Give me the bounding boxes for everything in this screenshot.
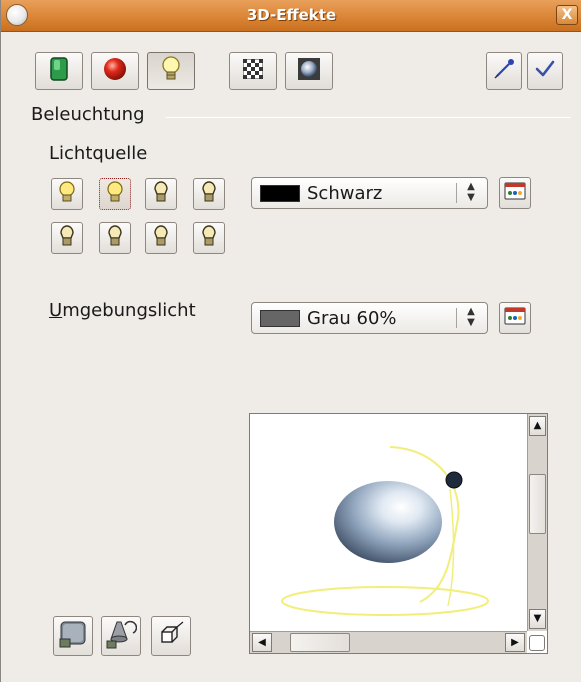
preview-canvas (281, 446, 489, 616)
perspective-button[interactable] (151, 616, 191, 656)
perspective-icon (157, 620, 185, 652)
light-source-5-button[interactable] (51, 222, 83, 254)
convert-3d-icon (58, 619, 88, 653)
light-bulb-icon (161, 55, 181, 87)
light-source-color-value: Schwarz (307, 183, 383, 204)
light-orbit-ring (281, 586, 489, 616)
light-source-6-button[interactable] (99, 222, 131, 254)
light-source-color-select[interactable]: Schwarz ▲ ▼ (251, 177, 488, 209)
green-cube-icon (48, 56, 70, 86)
lathe-object-icon (105, 619, 138, 653)
window-title: 3D-Effekte (246, 6, 337, 24)
light-off-icon (199, 224, 219, 252)
light-source-8-button[interactable] (193, 222, 225, 254)
red-sphere-icon (102, 56, 128, 86)
light-source-2-button[interactable] (99, 178, 131, 210)
light-off-icon (151, 224, 171, 252)
spin-arrows-icon: ▲ ▼ (467, 181, 475, 203)
scroll-corner (529, 635, 545, 651)
light-source-color-dialog-button[interactable] (499, 177, 531, 209)
close-button[interactable]: X (556, 5, 578, 25)
light-source-7-button[interactable] (145, 222, 177, 254)
checkerboard-icon (242, 58, 264, 83)
vertical-scrollbar[interactable]: ▲ ▼ (527, 414, 547, 631)
assign-button[interactable] (486, 52, 522, 90)
ambient-light-color-value: Grau 60% (307, 308, 397, 329)
section-label-illumination: Beleuchtung (31, 104, 145, 125)
combo-separator (456, 183, 457, 203)
update-button[interactable] (527, 52, 563, 90)
light-off-icon (105, 224, 125, 252)
scroll-right-button[interactable]: ▶ (505, 633, 525, 652)
material-sphere-icon (298, 58, 320, 84)
ambient-light-label: Umgebungslicht (49, 300, 196, 321)
light-source-handle (445, 471, 463, 489)
light-off-icon (57, 224, 77, 252)
textures-button[interactable] (229, 52, 277, 90)
title-bar[interactable]: 3D-Effekte X (1, 0, 581, 32)
ambient-light-color-dialog-button[interactable] (499, 302, 531, 334)
shading-button[interactable] (91, 52, 139, 90)
convert-to-lathe-button[interactable] (101, 616, 141, 656)
light-source-1-button[interactable] (51, 178, 83, 210)
color-dialog-icon (504, 307, 526, 329)
light-source-4-button[interactable] (193, 178, 225, 210)
preview-sphere (334, 481, 442, 563)
dialog-window: 3D-Effekte X Beleuchtung Lichtquelle Sch… (0, 0, 581, 682)
light-on-icon (57, 180, 77, 208)
color-dialog-icon (504, 182, 526, 204)
light-off-icon (151, 180, 171, 208)
ambient-light-label-rest: mgebungslicht (62, 300, 196, 321)
scroll-up-button[interactable]: ▲ (529, 416, 546, 436)
convert-to-3d-button[interactable] (53, 616, 93, 656)
pipette-icon (492, 57, 516, 85)
horizontal-scrollbar[interactable]: ◀ ▶ (250, 631, 527, 653)
illumination-button[interactable] (147, 52, 195, 90)
combo-separator (456, 308, 457, 328)
light-on-icon (105, 180, 125, 208)
light-preview[interactable]: ▲ ▼ ◀ ▶ (249, 413, 548, 654)
ambient-light-mnemonic: U (49, 300, 63, 321)
scroll-down-button[interactable]: ▼ (529, 609, 546, 629)
color-swatch (260, 310, 300, 327)
horizontal-scroll-thumb[interactable] (290, 633, 350, 652)
scroll-left-button[interactable]: ◀ (252, 633, 272, 652)
geometry-button[interactable] (35, 52, 83, 90)
ambient-light-color-select[interactable]: Grau 60% ▲ ▼ (251, 302, 488, 334)
checkmark-icon (534, 59, 556, 83)
light-source-label: Lichtquelle (49, 143, 148, 164)
light-source-3-button[interactable] (145, 178, 177, 210)
spin-arrows-icon: ▲ ▼ (467, 306, 475, 328)
color-swatch (260, 185, 300, 202)
section-divider (166, 117, 571, 118)
material-button[interactable] (285, 52, 333, 90)
vertical-scroll-thumb[interactable] (529, 474, 546, 534)
light-off-icon (199, 180, 219, 208)
